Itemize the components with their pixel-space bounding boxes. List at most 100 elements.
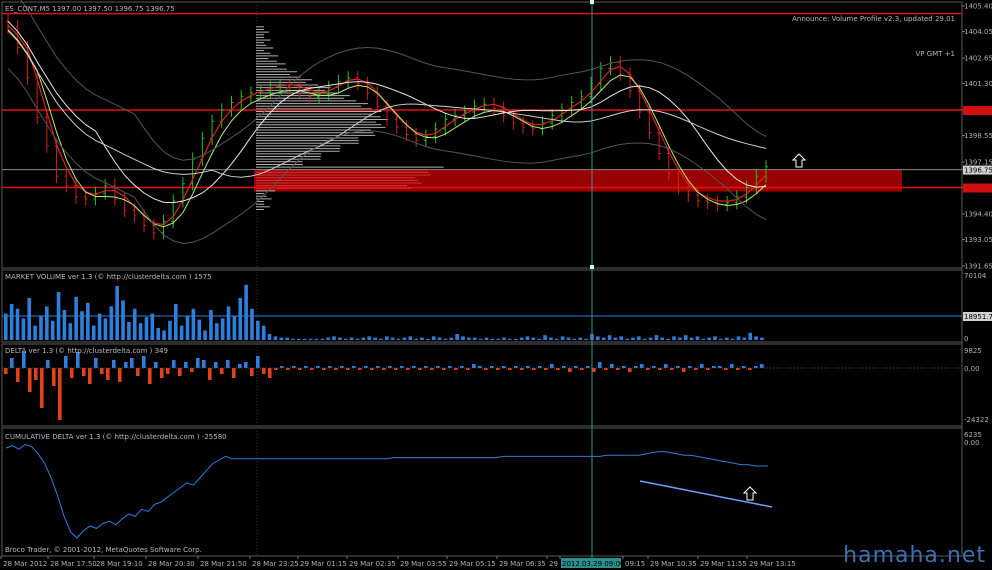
delta-bar xyxy=(250,368,254,376)
volume-bar xyxy=(449,337,454,340)
volume-bar xyxy=(736,336,741,340)
volume-bar xyxy=(496,338,500,340)
volume-bar xyxy=(537,338,541,340)
pane-border xyxy=(1,1,963,269)
volume-bar xyxy=(320,338,325,340)
delta-bar xyxy=(124,362,128,368)
volume-bar xyxy=(713,336,717,340)
chart-canvas[interactable]: 1405.401404.051402.651401.301399.901398.… xyxy=(0,0,992,570)
volume-bar xyxy=(232,316,237,340)
volume-bar xyxy=(326,337,330,340)
delta-bar xyxy=(94,358,98,368)
delta-bar xyxy=(10,358,14,368)
volume-bar xyxy=(250,308,254,340)
volume-bar xyxy=(355,338,360,340)
band-line xyxy=(7,68,767,244)
volume-bar xyxy=(68,323,73,340)
volume-bar xyxy=(760,337,764,340)
y-tick-label: 1398.55 xyxy=(964,132,992,140)
delta-bar xyxy=(664,364,668,368)
delta-bar xyxy=(682,368,686,372)
delta-bar xyxy=(628,368,632,372)
volume-bar xyxy=(637,336,641,340)
up-arrow-icon xyxy=(791,153,807,168)
volume-bar xyxy=(33,325,37,340)
volume-bar xyxy=(607,335,612,340)
volume-bar xyxy=(9,304,14,340)
delta-bar xyxy=(58,368,62,420)
delta-bar xyxy=(568,368,572,372)
delta-bar xyxy=(136,368,140,376)
volume-bar xyxy=(525,336,530,340)
delta-bar xyxy=(64,356,68,368)
volume-bar xyxy=(678,337,682,340)
volume-bar xyxy=(361,337,366,340)
delta-bar xyxy=(214,362,218,368)
volume-bar xyxy=(156,328,160,340)
x-tick-label: 29 Mar 01:15 xyxy=(300,560,347,568)
volume-bar xyxy=(373,337,377,340)
delta-bar xyxy=(154,362,158,368)
volume-bar xyxy=(408,336,413,340)
cumdelta-tick-max: 6235 xyxy=(964,431,982,439)
x-tick-label: 29 xyxy=(549,560,558,568)
volume-bar xyxy=(203,330,207,340)
delta-bar xyxy=(760,364,764,368)
volume-bar xyxy=(173,304,178,340)
price-pane-title: ES_CONT,M5 1397.00 1397.50 1396.75 1396.… xyxy=(5,5,175,13)
delta-bar xyxy=(172,360,176,368)
x-tick-label: 09:15 xyxy=(625,560,645,568)
x-tick-label: 29 Mar 03:55 xyxy=(400,560,447,568)
volume-bar xyxy=(648,337,653,340)
volume-bar xyxy=(138,323,143,340)
volume-bar xyxy=(291,338,295,340)
volume-bar xyxy=(273,336,278,340)
delta-bar xyxy=(550,364,554,368)
volume-bar xyxy=(695,336,700,340)
volume-bar xyxy=(179,325,184,340)
volume-bar xyxy=(654,335,659,340)
volume-bar xyxy=(379,338,383,340)
volume-bar xyxy=(209,310,213,340)
y-tick-label: 1393.05 xyxy=(964,236,992,244)
delta-bar xyxy=(208,368,212,380)
y-tick-label: 1391.65 xyxy=(964,263,992,271)
volume-bar xyxy=(631,337,635,340)
volume-bar xyxy=(385,336,389,340)
delta-tick-min: -24322 xyxy=(964,416,989,424)
volume-bar xyxy=(461,336,465,340)
delta-bar xyxy=(232,368,236,378)
volume-bar xyxy=(490,338,495,340)
delta-bar xyxy=(598,362,602,368)
volume-bar xyxy=(666,338,670,340)
delta-bar xyxy=(190,368,194,372)
x-tick-label: 28 Mar 17:50 xyxy=(50,560,97,568)
x-tick-label: 28 Mar 19:10 xyxy=(96,560,143,568)
delta-bar xyxy=(118,368,122,382)
volume-bar xyxy=(62,310,67,340)
delta-bar xyxy=(112,360,116,368)
cumdelta-tick-zero: 0.00 xyxy=(964,439,980,447)
volume-bar xyxy=(560,336,565,340)
x-tick-label: 29 Mar 05:15 xyxy=(449,560,496,568)
volume-bar xyxy=(349,337,354,340)
volume-bar xyxy=(689,337,694,340)
delta-bar xyxy=(592,368,596,372)
volume-bar xyxy=(91,325,96,340)
volume-bar xyxy=(554,338,559,340)
volume-bar xyxy=(256,320,260,340)
volume-bar xyxy=(238,298,243,340)
delta-tick-max: 9825 xyxy=(964,347,982,355)
up-arrow-icon xyxy=(742,486,758,501)
cumulative-delta-line xyxy=(5,443,768,539)
volume-bar xyxy=(244,284,248,340)
volume-bar xyxy=(267,334,272,340)
volume-bar xyxy=(4,313,8,340)
volume-bar xyxy=(625,338,629,340)
volume-bar xyxy=(285,337,289,340)
delta-bar xyxy=(46,360,50,368)
watermark: hamaha.net xyxy=(843,543,986,568)
x-tick-label: 28 Mar 20:30 xyxy=(148,560,195,568)
volume-bar xyxy=(50,320,55,340)
delta-bar xyxy=(52,368,56,386)
